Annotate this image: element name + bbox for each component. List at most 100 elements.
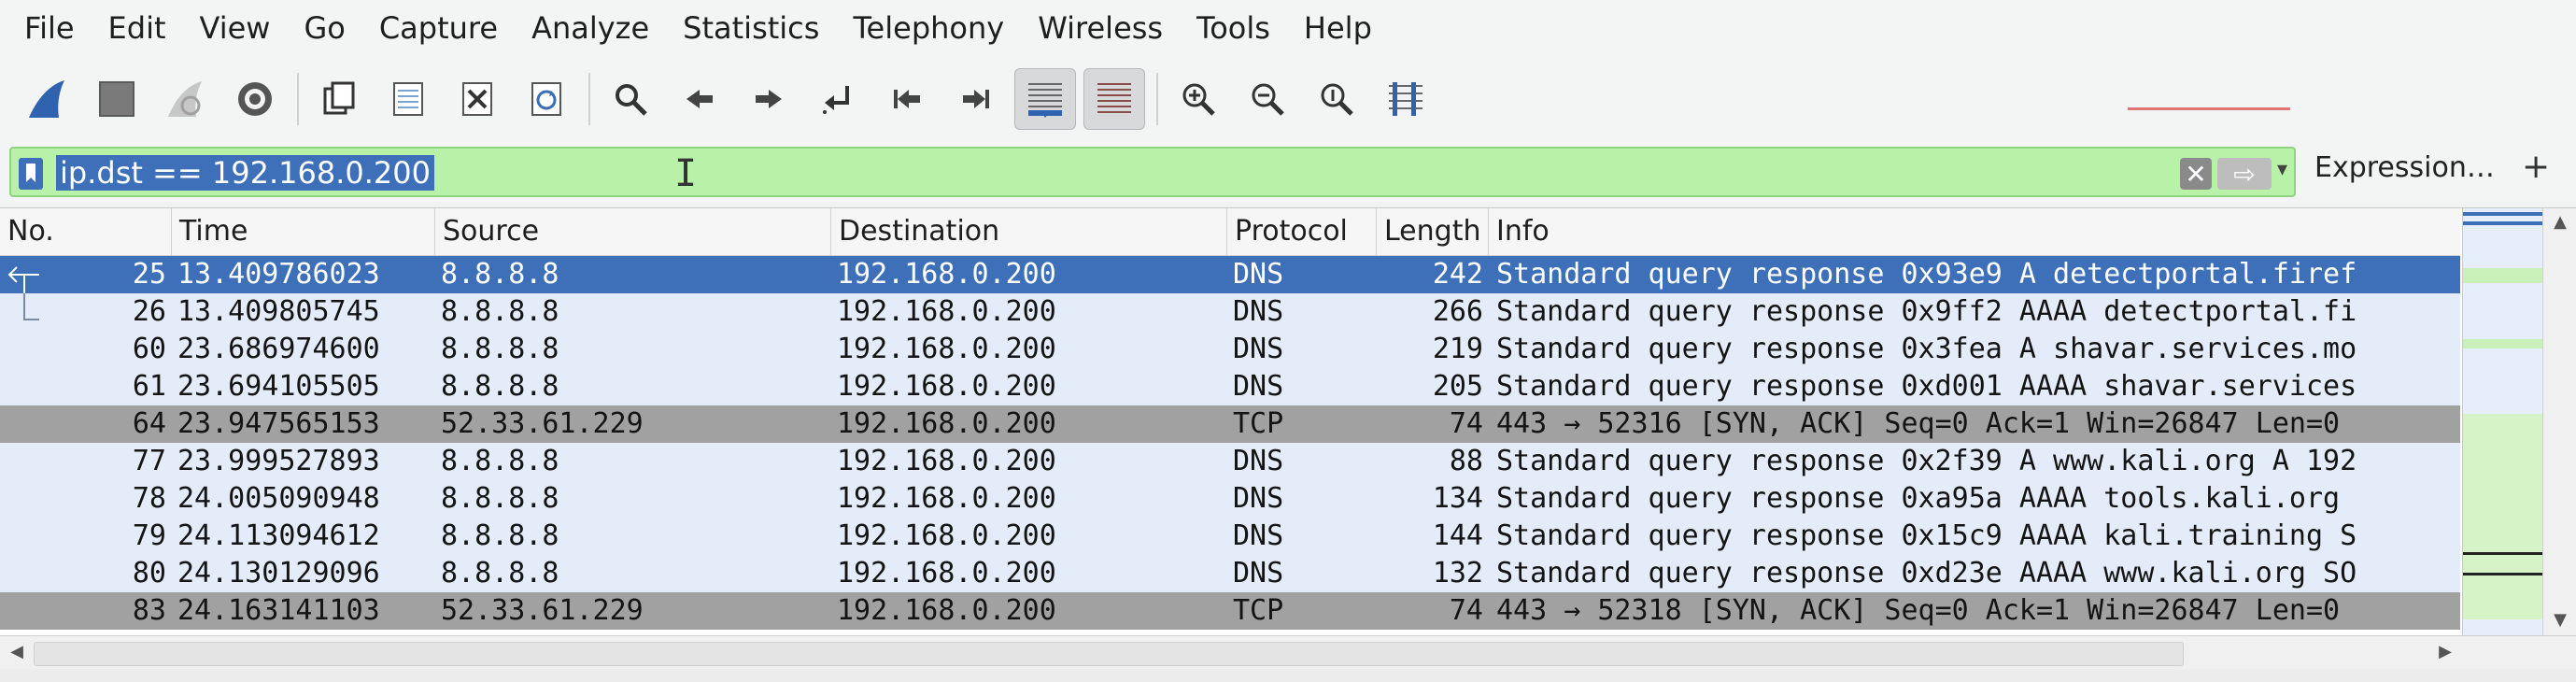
horizontal-scrollbar[interactable]: ◀ ▶ [0, 635, 2576, 670]
go-forward-button[interactable] [738, 68, 800, 130]
menu-statistics[interactable]: Statistics [666, 0, 836, 56]
auto-scroll-button[interactable] [1014, 68, 1076, 130]
menu-tools[interactable]: Tools [1180, 0, 1287, 56]
scroll-down-icon[interactable]: ▼ [2543, 610, 2576, 630]
menu-capture[interactable]: Capture [362, 0, 515, 56]
packet-length: 219 [1432, 333, 1483, 365]
add-filter-button[interactable]: + [2522, 148, 2550, 186]
packet-destination: 192.168.0.200 [837, 519, 1056, 552]
save-file-button[interactable] [377, 68, 439, 130]
go-forward-icon [756, 90, 782, 108]
packet-info: 443 → 52318 [SYN, ACK] Seq=0 Ack=1 Win=2… [1496, 594, 2341, 627]
menu-telephony[interactable]: Telephony [836, 0, 1021, 56]
restart-capture-button[interactable] [155, 68, 217, 130]
packet-info: 443 → 52316 [SYN, ACK] Seq=0 Ack=1 Win=2… [1496, 407, 2341, 440]
menu-go[interactable]: Go [287, 0, 361, 56]
menu-view[interactable]: View [183, 0, 288, 56]
packet-list-header: No. Time Source Destination Protocol Len… [0, 208, 2460, 256]
table-row[interactable]: 64 23.947565153 52.33.61.229 192.168.0.200 T… [0, 405, 2460, 443]
column-header-info[interactable]: Info [1489, 208, 2460, 255]
packet-length: 74 [1449, 594, 1483, 627]
table-row[interactable]: 78 24.005090948 8.8.8.8 192.168.0.200 DNS 134… [0, 480, 2460, 518]
main-toolbar [0, 56, 2576, 142]
display-filter-input[interactable]: ip.dst == 192.168.0.200 I ✕ ⇨ ▾ [9, 147, 2296, 197]
packet-info: Standard query response 0xd001 AAAA shav… [1496, 370, 2357, 403]
annotation-mark [2128, 107, 2290, 110]
column-header-destination[interactable]: Destination [831, 208, 1227, 255]
table-row[interactable]: 26 13.409805745 8.8.8.8 192.168.0.200 DNS 266… [0, 293, 2460, 331]
reload-file-icon [531, 82, 561, 116]
start-capture-button[interactable] [17, 68, 78, 130]
table-row[interactable]: 80 24.130129096 8.8.8.8 192.168.0.200 DNS 132… [0, 555, 2460, 592]
display-filter-bar: ip.dst == 192.168.0.200 I ✕ ⇨ ▾ Expressi… [0, 142, 2576, 202]
toolbar-separator [297, 73, 299, 125]
packet-source: 8.8.8.8 [441, 557, 559, 590]
table-row[interactable]: 60 23.686974600 8.8.8.8 192.168.0.200 DNS 219… [0, 331, 2460, 368]
arrow-right-icon: ⇨ [2233, 158, 2256, 190]
reload-file-button[interactable] [516, 68, 577, 130]
menu-analyze[interactable]: Analyze [515, 0, 666, 56]
chevron-down-icon[interactable]: ▾ [2277, 158, 2287, 181]
menu-edit[interactable]: Edit [92, 0, 183, 56]
colorize-button[interactable] [1083, 68, 1145, 130]
go-to-packet-button[interactable] [807, 68, 869, 130]
close-file-button[interactable] [446, 68, 508, 130]
go-first-icon [894, 90, 920, 108]
table-row[interactable]: 83 24.163141103 52.33.61.229 192.168.0.200 T… [0, 592, 2460, 630]
column-header-length[interactable]: Length [1377, 208, 1489, 255]
zoom-out-icon [1252, 83, 1284, 116]
apply-filter-button[interactable]: ⇨ [2217, 158, 2272, 190]
horizontal-scroll-thumb[interactable] [34, 642, 2184, 666]
table-row[interactable]: 77 23.999527893 8.8.8.8 192.168.0.200 DNS 88 S… [0, 443, 2460, 480]
packet-time: 23.694105505 [177, 370, 380, 403]
packet-list: No. Time Source Destination Protocol Len… [0, 207, 2576, 636]
menu-file[interactable]: File [7, 0, 92, 56]
zoom-out-button[interactable] [1237, 68, 1298, 130]
packet-source: 52.33.61.229 [441, 594, 644, 627]
stop-capture-button[interactable] [86, 68, 148, 130]
packet-time: 23.947565153 [177, 407, 380, 440]
scroll-right-icon[interactable]: ▶ [2428, 642, 2462, 661]
bookmark-icon[interactable] [19, 158, 43, 190]
menu-help[interactable]: Help [1287, 0, 1389, 56]
capture-options-button[interactable] [224, 68, 286, 130]
packet-destination: 192.168.0.200 [837, 333, 1056, 365]
packet-source: 8.8.8.8 [441, 370, 559, 403]
resize-columns-icon [1389, 82, 1422, 116]
minimap-marker [2463, 221, 2543, 225]
scroll-up-icon[interactable]: ▲ [2543, 212, 2576, 232]
normal-size-button[interactable] [1306, 68, 1367, 130]
find-packet-icon [616, 84, 647, 116]
packet-number: 77 [132, 445, 166, 477]
go-last-button[interactable] [945, 68, 1007, 130]
packet-time: 23.999527893 [177, 445, 380, 477]
packet-source: 8.8.8.8 [441, 482, 559, 515]
packet-protocol: DNS [1233, 557, 1284, 590]
column-header-source[interactable]: Source [435, 208, 831, 255]
packet-number: 78 [132, 482, 166, 515]
filter-text[interactable]: ip.dst == 192.168.0.200 [56, 155, 434, 191]
table-row[interactable]: 61 23.694105505 8.8.8.8 192.168.0.200 DNS 205… [0, 368, 2460, 405]
expression-button[interactable]: Expression… [2314, 151, 2495, 184]
go-back-button[interactable] [669, 68, 730, 130]
menu-wireless[interactable]: Wireless [1021, 0, 1180, 56]
packet-protocol: DNS [1233, 482, 1284, 515]
open-file-button[interactable] [308, 68, 370, 130]
find-packet-button[interactable] [600, 68, 661, 130]
resize-columns-button[interactable] [1375, 68, 1437, 130]
scroll-left-icon[interactable]: ◀ [0, 642, 34, 661]
vertical-scrollbar[interactable]: ▲ ▼ [2542, 208, 2576, 636]
packet-time: 24.163141103 [177, 594, 380, 627]
zoom-in-button[interactable] [1168, 68, 1229, 130]
packet-source: 8.8.8.8 [441, 295, 559, 328]
toolbar-separator [1156, 73, 1158, 125]
column-header-no[interactable]: No. [0, 208, 172, 255]
column-header-time[interactable]: Time [172, 208, 435, 255]
table-row[interactable]: 79 24.113094612 8.8.8.8 192.168.0.200 DNS 144… [0, 518, 2460, 555]
packet-time: 13.409786023 [177, 258, 380, 291]
column-header-protocol[interactable]: Protocol [1227, 208, 1377, 255]
clear-filter-button[interactable]: ✕ [2180, 158, 2212, 190]
go-first-button[interactable] [876, 68, 938, 130]
packet-minimap[interactable] [2462, 208, 2543, 636]
table-row[interactable]: 25 13.409786023 8.8.8.8 192.168.0.200 DNS 242… [0, 256, 2460, 293]
